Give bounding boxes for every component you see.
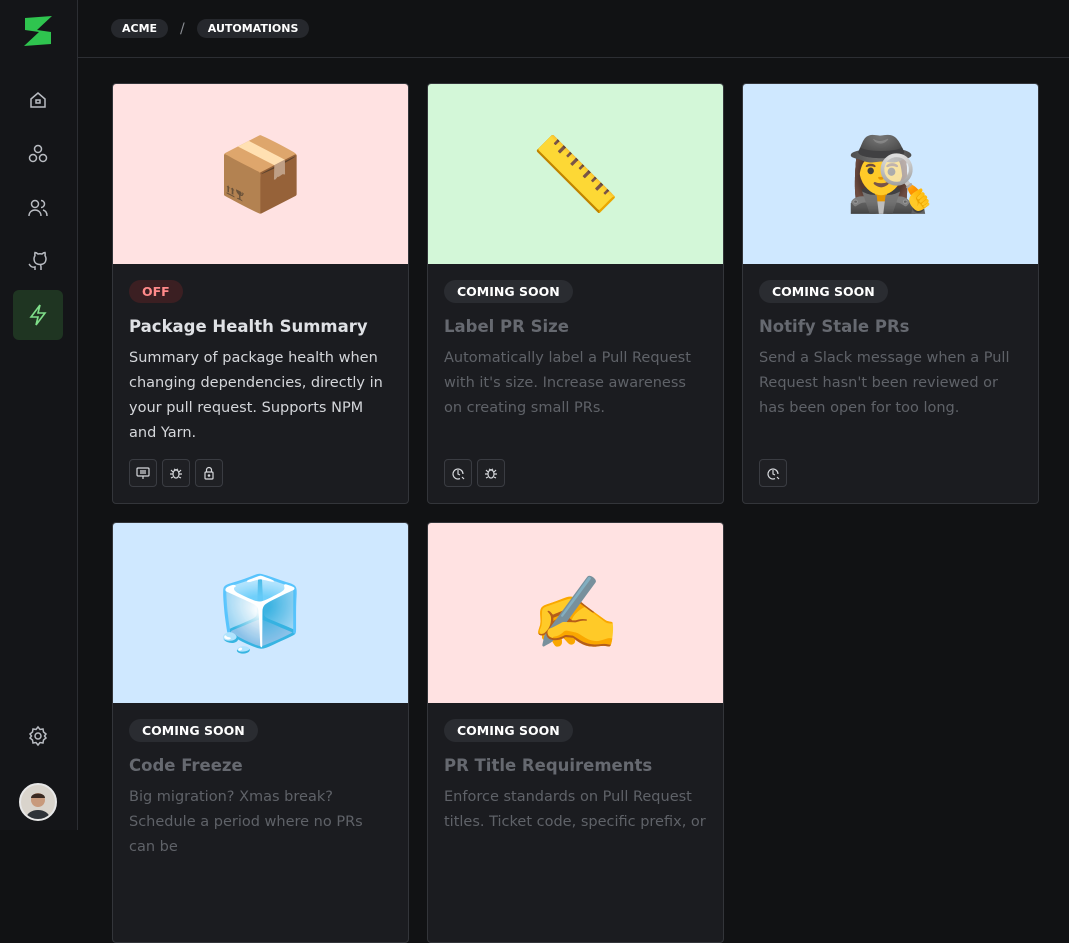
tag-bug-icon (477, 459, 505, 487)
sidebar-item-home[interactable] (13, 75, 63, 125)
breadcrumb: ACME / AUTOMATIONS (78, 0, 1069, 58)
breadcrumb-automations[interactable]: AUTOMATIONS (196, 19, 310, 38)
user-photo-icon (25, 793, 51, 819)
card-description: Automatically label a Pull Request with … (444, 350, 691, 416)
card-illustration: 📏 (428, 84, 723, 264)
tag-clock-icon (444, 459, 472, 487)
automation-card[interactable]: 🧊 COMING SOON Code Freeze Big migration?… (112, 522, 409, 943)
tag-monitor-icon (129, 459, 157, 487)
tag-clock-icon (759, 459, 787, 487)
gear-icon (28, 725, 48, 747)
card-illustration: ✍️ (428, 523, 723, 703)
users-icon (28, 199, 48, 217)
circles-icon (28, 144, 48, 163)
home-icon (30, 92, 46, 108)
card-tags (444, 459, 505, 487)
clock-icon (452, 468, 465, 480)
status-badge: COMING SOON (444, 280, 573, 303)
bug-icon (170, 468, 182, 479)
card-title: Package Health Summary (129, 317, 368, 336)
card-emoji-icon: 📏 (530, 131, 621, 216)
github-icon (28, 251, 47, 270)
card-title: Code Freeze (129, 756, 243, 775)
bug-icon (485, 468, 497, 479)
automation-card[interactable]: 🕵️‍♀️ COMING SOON Notify Stale PRs Send … (742, 83, 1039, 504)
card-title: PR Title Requirements (444, 756, 653, 775)
card-illustration: 📦 (113, 84, 408, 264)
automation-card[interactable]: 📏 COMING SOON Label PR Size Automaticall… (427, 83, 724, 504)
card-emoji-icon: 🕵️‍♀️ (845, 131, 936, 216)
sidebar-item-github[interactable] (13, 236, 63, 286)
lightning-icon (29, 304, 47, 326)
card-tags (759, 459, 787, 487)
logo-icon[interactable] (23, 16, 53, 46)
clock-icon (767, 468, 780, 480)
breadcrumb-separator: / (180, 20, 185, 37)
status-badge: OFF (129, 280, 183, 303)
lock-icon (204, 466, 214, 480)
sidebar-item-users[interactable] (13, 183, 63, 233)
status-badge: COMING SOON (129, 719, 258, 742)
status-badge: COMING SOON (444, 719, 573, 742)
card-title: Notify Stale PRs (759, 317, 910, 336)
card-description: Summary of package health when changing … (129, 350, 383, 441)
automation-grid: 📦 OFF Package Health Summary Summary of … (112, 83, 1039, 943)
card-illustration: 🧊 (113, 523, 408, 703)
card-description: Big migration? Xmas break? Schedule a pe… (129, 789, 363, 855)
card-description: Enforce standards on Pull Request titles… (444, 789, 706, 830)
card-description: Send a Slack message when a Pull Request… (759, 350, 1010, 416)
card-emoji-icon: 📦 (215, 131, 306, 216)
card-emoji-icon: ✍️ (530, 570, 621, 655)
card-tags (129, 459, 223, 487)
settings-button[interactable] (13, 711, 63, 761)
status-badge: COMING SOON (759, 280, 888, 303)
card-title: Label PR Size (444, 317, 569, 336)
card-emoji-icon: 🧊 (215, 570, 306, 655)
monitor-icon (136, 467, 150, 479)
avatar[interactable] (19, 783, 57, 821)
card-illustration: 🕵️‍♀️ (743, 84, 1038, 264)
tag-bug-icon (162, 459, 190, 487)
breadcrumb-org[interactable]: ACME (111, 19, 169, 38)
sidebar-item-automations[interactable] (13, 290, 63, 340)
automation-card[interactable]: 📦 OFF Package Health Summary Summary of … (112, 83, 409, 504)
sidebar (0, 0, 78, 830)
sidebar-item-packages[interactable] (13, 129, 63, 179)
tag-lock-icon (195, 459, 223, 487)
automation-card[interactable]: ✍️ COMING SOON PR Title Requirements Enf… (427, 522, 724, 943)
